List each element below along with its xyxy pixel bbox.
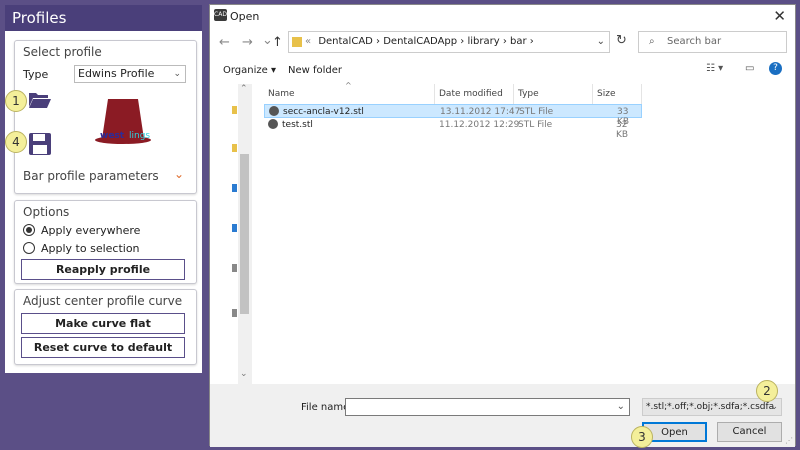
scroll-up-icon[interactable]: ⌃	[240, 84, 248, 94]
dialog-titlebar: CAD Open ✕	[210, 5, 795, 27]
cad-icon: CAD	[214, 9, 227, 21]
resize-grip-icon[interactable]: ⋰	[785, 436, 793, 445]
stl-file-icon	[268, 119, 278, 129]
bar-profile-parameters-toggle[interactable]: Bar profile parameters ⌄	[15, 165, 196, 189]
forward-arrow-icon[interactable]: →	[242, 35, 253, 50]
path-bar[interactable]: « DentalCAD › DentalCADApp › library › b…	[288, 31, 610, 53]
preview-pane-icon[interactable]: ▭	[745, 63, 754, 74]
drive-icon	[232, 224, 237, 232]
callout-3: 3	[631, 426, 653, 448]
file-date: 11.12.2012 12:29	[439, 120, 520, 130]
folder-open-icon[interactable]	[28, 91, 52, 112]
scroll-down-icon[interactable]: ⌄	[240, 369, 248, 379]
search-placeholder: Search bar	[667, 36, 722, 47]
select-profile-title: Select profile	[23, 45, 102, 59]
cancel-button[interactable]: Cancel	[717, 422, 782, 442]
navigation-scrollbar[interactable]: ⌃ ⌄	[238, 84, 252, 384]
chevron-down-icon[interactable]: ⌄	[617, 399, 625, 415]
path-segment-bar[interactable]: bar	[510, 36, 527, 47]
chevron-down-icon: ⌄	[173, 167, 184, 181]
file-name: test.stl	[282, 120, 313, 130]
organize-menu[interactable]: Organize ▾	[223, 65, 276, 76]
save-icon[interactable]	[28, 132, 52, 159]
dialog-toolbar: Organize ▾ New folder ☷ ▾ ▭ ?	[210, 57, 795, 84]
path-segment-library[interactable]: library	[467, 36, 499, 47]
profile-type-value: Edwins Profile	[78, 67, 155, 80]
curve-card: Adjust center profile curve Make curve f…	[14, 289, 197, 365]
path-separator: «	[305, 36, 312, 47]
file-row[interactable]: test.stl 11.12.2012 12:29 STL File 32 KB	[264, 118, 642, 140]
make-curve-flat-button[interactable]: Make curve flat	[21, 313, 185, 334]
file-name: secc-ancla-v12.stl	[283, 107, 364, 117]
path-segment-dentalcad[interactable]: DentalCAD	[318, 36, 373, 47]
file-list: Name ^ Date modified Type Size secc-ancl…	[252, 81, 797, 384]
dialog-title: Open	[230, 10, 260, 23]
options-title: Options	[23, 205, 70, 219]
preview-text-2: lings	[129, 131, 151, 141]
help-icon[interactable]: ?	[769, 62, 782, 75]
drive-icon	[232, 309, 237, 317]
drive-icon	[232, 264, 237, 272]
refresh-icon[interactable]: ↻	[616, 33, 627, 48]
callout-2: 2	[756, 380, 778, 402]
callout-4: 4	[5, 131, 27, 153]
file-size: 32 KB	[616, 120, 629, 140]
apply-everywhere-radio[interactable]	[23, 224, 35, 236]
profiles-panel: Profiles Select profile Type Edwins Prof…	[5, 5, 202, 373]
up-arrow-icon[interactable]: ↑	[272, 35, 283, 50]
type-label: Type	[23, 68, 49, 81]
chevron-down-icon: ⌄	[173, 69, 181, 79]
options-card: Options Apply everywhere Apply to select…	[14, 200, 197, 284]
address-bar-row: ← → ⌄ ↑ « DentalCAD › DentalCADApp › lib…	[210, 27, 795, 57]
file-type: STL File	[519, 107, 554, 117]
apply-to-selection-radio[interactable]	[23, 242, 35, 254]
profile-preview-icon	[95, 99, 159, 152]
bar-profile-parameters-label: Bar profile parameters	[23, 169, 159, 183]
chevron-down-icon[interactable]: ⌄	[597, 32, 605, 52]
folder-icon	[292, 37, 302, 47]
view-options-icon[interactable]: ☷ ▾	[706, 63, 723, 74]
close-icon[interactable]: ✕	[773, 7, 786, 25]
path-segment-dentalcadapp[interactable]: DentalCADApp	[383, 36, 457, 47]
callout-1: 1	[5, 90, 27, 112]
apply-to-selection-label: Apply to selection	[41, 242, 140, 255]
reset-curve-button[interactable]: Reset curve to default	[21, 337, 185, 358]
back-arrow-icon[interactable]: ←	[219, 35, 230, 50]
reapply-profile-button[interactable]: Reapply profile	[21, 259, 185, 280]
apply-everywhere-label: Apply everywhere	[41, 224, 141, 237]
profile-type-select[interactable]: Edwins Profile ⌄	[74, 65, 186, 83]
file-type: STL File	[518, 120, 553, 130]
filename-input[interactable]: ⌄	[345, 398, 630, 416]
stl-file-icon	[269, 106, 279, 116]
panel-title: Profiles	[5, 5, 202, 31]
file-date: 13.11.2012 17:47	[440, 107, 521, 117]
drive-icon	[232, 184, 237, 192]
file-row[interactable]: secc-ancla-v12.stl 13.11.2012 17:47 STL …	[264, 104, 642, 127]
select-profile-card: Select profile Type Edwins Profile ⌄ wes…	[14, 40, 197, 194]
column-size[interactable]: Size	[593, 84, 642, 104]
column-type[interactable]: Type	[514, 84, 593, 104]
sort-arrow-icon: ^	[345, 81, 352, 90]
file-type-filter-value: *.stl;*.off;*.obj;*.sdfa;*.csdfa	[646, 402, 775, 412]
column-date[interactable]: Date modified	[435, 84, 514, 104]
search-icon: ⌕	[649, 36, 655, 47]
dialog-bottom-bar: File name: ⌄ *.stl;*.off;*.obj;*.sdfa;*.…	[210, 384, 795, 447]
folder-icon	[232, 144, 237, 152]
scrollbar-thumb[interactable]	[240, 154, 249, 314]
open-dialog: CAD Open ✕ ← → ⌄ ↑ « DentalCAD › DentalC…	[209, 4, 797, 447]
search-input[interactable]: ⌕ Search bar	[638, 31, 787, 53]
chevron-down-icon: ⌄	[770, 402, 778, 412]
new-folder-button[interactable]: New folder	[288, 65, 342, 76]
curve-title: Adjust center profile curve	[23, 294, 183, 308]
preview-text-1: west	[100, 131, 125, 141]
folder-icon	[232, 106, 237, 114]
